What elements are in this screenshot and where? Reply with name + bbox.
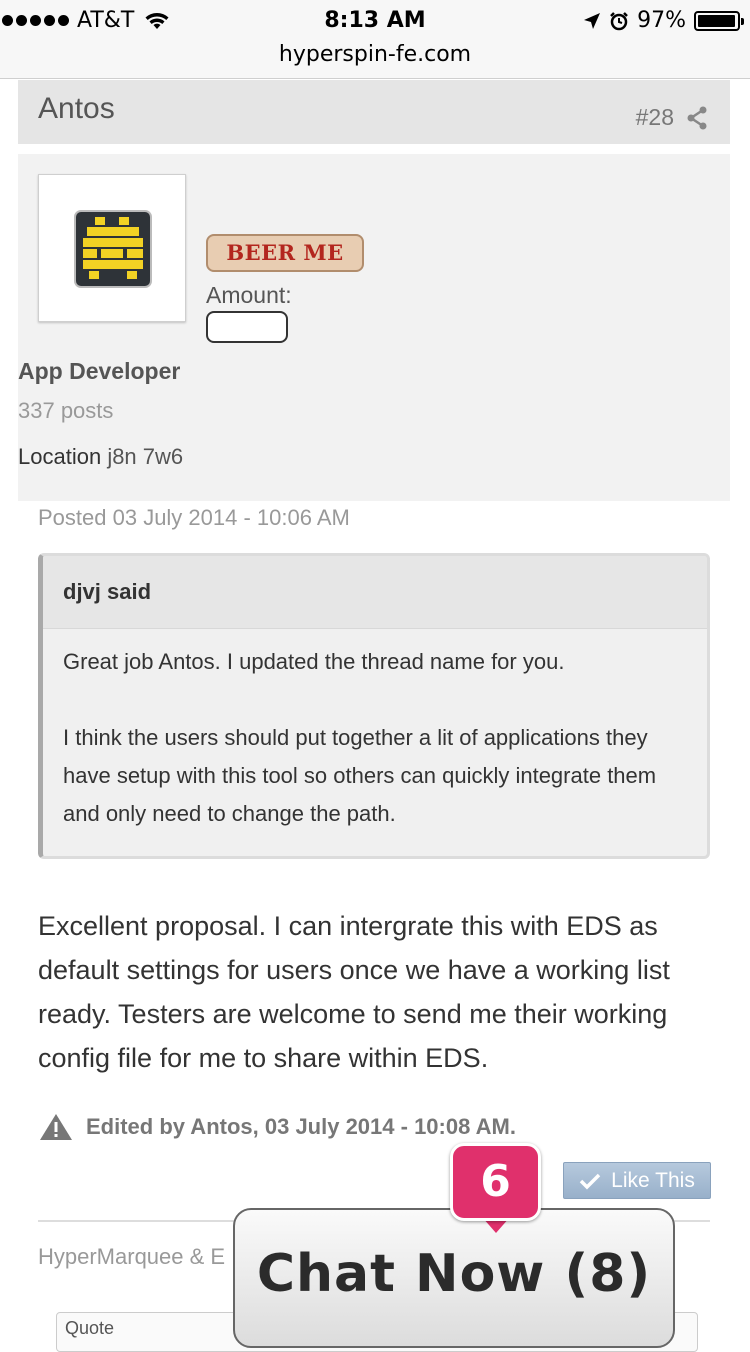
location-label: Location [18, 444, 102, 469]
edited-text: Edited by Antos, 03 July 2014 - 10:08 AM… [86, 1114, 516, 1139]
warning-icon [40, 1114, 72, 1140]
like-label: Like This [611, 1168, 695, 1192]
post-number[interactable]: #28 [636, 104, 674, 131]
quote-author: djvj said [43, 556, 707, 629]
post-author-name[interactable]: Antos [38, 92, 115, 126]
battery-icon [694, 10, 744, 31]
quote-paragraph: I think the users should put together a … [63, 725, 657, 826]
edited-note: Edited by Antos, 03 July 2014 - 10:08 AM… [38, 1112, 516, 1142]
status-bar: AT&T 8:13 AM 97% [0, 0, 750, 40]
post-header: Antos #28 [18, 80, 730, 144]
avatar-image [74, 210, 152, 288]
quote-block: djvj said Great job Antos. I updated the… [38, 553, 710, 859]
battery-percent: 97% [637, 8, 686, 33]
beer-me-button[interactable]: BEER ME [206, 234, 364, 272]
share-icon[interactable] [686, 106, 708, 130]
status-right: 97% [583, 8, 744, 33]
checkmark-icon [579, 1173, 601, 1189]
posted-date: Posted 03 July 2014 - 10:06 AM [38, 505, 350, 530]
alarm-clock-icon [610, 11, 628, 30]
user-location: Location j8n 7w6 [18, 444, 183, 470]
like-button[interactable]: Like This [563, 1162, 711, 1199]
chat-now-label: Chat Now (8) [256, 1244, 652, 1304]
amount-label: Amount: [206, 282, 292, 308]
address-url: hyperspin-fe.com [278, 42, 472, 67]
quote-paragraph: Great job Antos. I updated the thread na… [63, 649, 565, 674]
chat-notification-badge[interactable]: 6 [450, 1143, 541, 1221]
post-body: Excellent proposal. I can intergrate thi… [38, 911, 670, 1073]
avatar[interactable] [38, 174, 186, 322]
user-info-panel: BEER ME Amount: App Developer 337 posts … [18, 154, 730, 501]
quote-body: Great job Antos. I updated the thread na… [43, 629, 707, 833]
location-arrow-icon [584, 12, 601, 29]
user-post-count: 337 posts [18, 398, 114, 423]
address-bar[interactable]: hyperspin-fe.com [0, 40, 750, 79]
chat-now-button[interactable]: Chat Now (8) [233, 1208, 675, 1348]
signature: HyperMarquee & E [38, 1244, 226, 1269]
user-title: App Developer [18, 358, 181, 384]
amount-input[interactable] [206, 311, 288, 343]
location-value: j8n 7w6 [107, 444, 184, 469]
